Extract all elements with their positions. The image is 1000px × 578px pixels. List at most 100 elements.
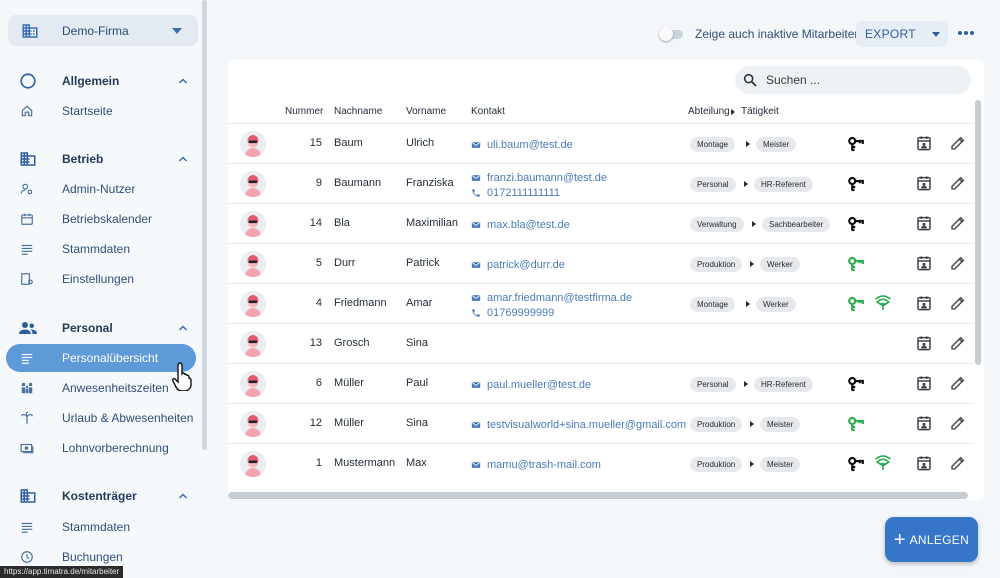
- edit-icon[interactable]: [950, 415, 966, 431]
- group-personal[interactable]: Personal: [0, 317, 208, 339]
- sidebar-item-stammdaten[interactable]: Stammdaten: [0, 236, 208, 262]
- cell-vorname: Paul: [406, 377, 429, 389]
- header-nachname[interactable]: Nachname: [334, 106, 382, 117]
- email-link[interactable]: mamu@trash-mail.com: [471, 457, 601, 472]
- calendar-person-icon[interactable]: [916, 215, 932, 232]
- nfc-signal-icon[interactable]: [874, 455, 892, 473]
- list-icon: [20, 520, 34, 534]
- calendar-person-icon[interactable]: [916, 415, 932, 432]
- email-link[interactable]: max.bla@test.de: [471, 217, 570, 232]
- cell-nachname: Baum: [334, 137, 363, 149]
- calendar-person-icon[interactable]: [916, 135, 932, 152]
- table-row[interactable]: 4 Friedmann Amar amar.friedmann@testfirma.d…: [228, 283, 973, 323]
- email-link[interactable]: testvisualworld+sina.mueller@gmail.com: [471, 417, 686, 432]
- key-icon[interactable]: [847, 415, 865, 433]
- edit-icon[interactable]: [950, 375, 966, 391]
- phone-text: 01769999999: [487, 306, 555, 319]
- key-icon[interactable]: [847, 375, 865, 393]
- table-row[interactable]: 9 Baumann Franziska franzi.baumann@test.de 0…: [228, 163, 973, 203]
- table-row[interactable]: 5 Durr Patrick patrick@durr.de Produktion Wer…: [228, 243, 973, 283]
- inactive-toggle-label: Zeige auch inaktive Mitarbeiter: [695, 27, 859, 41]
- table-row[interactable]: 14 Bla Maximilian max.bla@test.de Verwaltung…: [228, 203, 973, 243]
- table-row[interactable]: 6 Müller Paul paul.mueller@test.de Personal H…: [228, 363, 973, 403]
- avatar: [240, 171, 266, 197]
- phone-link[interactable]: 0172111111111: [471, 185, 607, 200]
- email-link[interactable]: franzi.baumann@test.de: [471, 170, 607, 185]
- sidebar-scrollbar[interactable]: [202, 0, 207, 450]
- group-allgemein[interactable]: Allgemein: [0, 70, 208, 92]
- sidebar-item-einstellungen[interactable]: Einstellungen: [0, 266, 208, 292]
- edit-icon[interactable]: [950, 255, 966, 271]
- table-row[interactable]: 1 Mustermann Max mamu@trash-mail.com Produkt…: [228, 443, 973, 483]
- edit-icon[interactable]: [950, 215, 966, 231]
- sidebar-item-lohnvorberechnung[interactable]: Lohnvorberechnung: [0, 435, 208, 461]
- calendar-person-icon[interactable]: [916, 375, 932, 392]
- email-text: mamu@trash-mail.com: [487, 458, 601, 471]
- search-input[interactable]: Suchen ...: [735, 66, 971, 94]
- edit-icon[interactable]: [950, 135, 966, 151]
- key-icon[interactable]: [847, 135, 865, 153]
- group-label: Allgemein: [62, 74, 120, 88]
- table-row[interactable]: 15 Baum Ulrich uli.baum@test.de Montage Meist…: [228, 123, 973, 163]
- group-label: Personal: [62, 321, 113, 335]
- cell-kontakt: paul.mueller@test.de: [471, 377, 591, 392]
- calendar-person-icon[interactable]: [916, 295, 932, 312]
- sidebar-item-label: Startseite: [62, 104, 113, 118]
- building-icon: [19, 150, 37, 168]
- phone-link[interactable]: 01769999999: [471, 305, 632, 320]
- avatar: [240, 331, 266, 357]
- email-link[interactable]: uli.baum@test.de: [471, 137, 573, 152]
- email-link[interactable]: paul.mueller@test.de: [471, 377, 591, 392]
- group-kostentraeger[interactable]: Kostenträger: [0, 485, 208, 507]
- nfc-signal-icon[interactable]: [874, 295, 892, 313]
- mail-icon: [471, 420, 481, 430]
- more-menu-icon[interactable]: [958, 31, 974, 37]
- chip-taetigkeit: Werker: [756, 297, 796, 312]
- calendar-person-icon[interactable]: [916, 335, 932, 352]
- table-row[interactable]: 12 Müller Sina testvisualworld+sina.mueller…: [228, 403, 973, 443]
- sidebar-item-startseite[interactable]: Startseite: [0, 98, 208, 124]
- edit-icon[interactable]: [950, 175, 966, 191]
- email-link[interactable]: patrick@durr.de: [471, 257, 565, 272]
- key-icon[interactable]: [847, 215, 865, 233]
- chip-taetigkeit: Meister: [760, 417, 801, 432]
- header-taetigkeit[interactable]: Tätigkeit: [741, 106, 779, 117]
- cell-kontakt: amar.friedmann@testfirma.de 01769999999: [471, 290, 632, 320]
- sidebar-item-admin-nutzer[interactable]: Admin-Nutzer: [0, 176, 208, 202]
- edit-icon[interactable]: [950, 295, 966, 311]
- anlegen-button[interactable]: + ANLEGEN: [885, 517, 978, 562]
- arrow-right-icon: [750, 421, 754, 427]
- header-vorname[interactable]: Vorname: [406, 106, 446, 117]
- header-arrow-icon: [731, 109, 735, 115]
- cell-nachname: Mustermann: [334, 457, 396, 469]
- calendar-person-icon[interactable]: [916, 175, 932, 192]
- key-icon[interactable]: [847, 455, 865, 473]
- header-abteilung[interactable]: Abteilung: [688, 106, 730, 117]
- calendar-person-icon[interactable]: [916, 255, 932, 272]
- header-kontakt[interactable]: Kontakt: [471, 106, 505, 117]
- key-icon[interactable]: [847, 295, 865, 313]
- edit-icon[interactable]: [950, 455, 966, 471]
- export-button[interactable]: EXPORT: [856, 21, 948, 47]
- vertical-scrollbar[interactable]: [975, 100, 981, 365]
- search-placeholder: Suchen ...: [766, 73, 821, 87]
- inactive-toggle[interactable]: [659, 27, 685, 41]
- sidebar-item-betriebskalender[interactable]: Betriebskalender: [0, 206, 208, 232]
- header-nummer[interactable]: Nummer: [285, 106, 323, 117]
- key-icon[interactable]: [847, 255, 865, 273]
- company-selector[interactable]: Demo-Firma: [8, 15, 198, 46]
- table-row[interactable]: 13 Grosch Sina: [228, 323, 973, 363]
- chevron-down-icon: [931, 31, 940, 37]
- sidebar-item-kt-stammdaten[interactable]: Stammdaten: [0, 514, 208, 540]
- sidebar-item-urlaub[interactable]: Urlaub & Abwesenheiten: [0, 405, 208, 431]
- horizontal-scrollbar[interactable]: [228, 492, 968, 499]
- edit-icon[interactable]: [950, 335, 966, 351]
- group-betrieb[interactable]: Betrieb: [0, 148, 208, 170]
- arrow-right-icon: [750, 261, 754, 267]
- chip-taetigkeit: HR-Referent: [754, 377, 813, 392]
- email-text: paul.mueller@test.de: [487, 378, 592, 391]
- email-link[interactable]: amar.friedmann@testfirma.de: [471, 290, 632, 305]
- calendar-person-icon[interactable]: [916, 455, 932, 472]
- mail-icon: [471, 260, 481, 270]
- key-icon[interactable]: [847, 175, 865, 193]
